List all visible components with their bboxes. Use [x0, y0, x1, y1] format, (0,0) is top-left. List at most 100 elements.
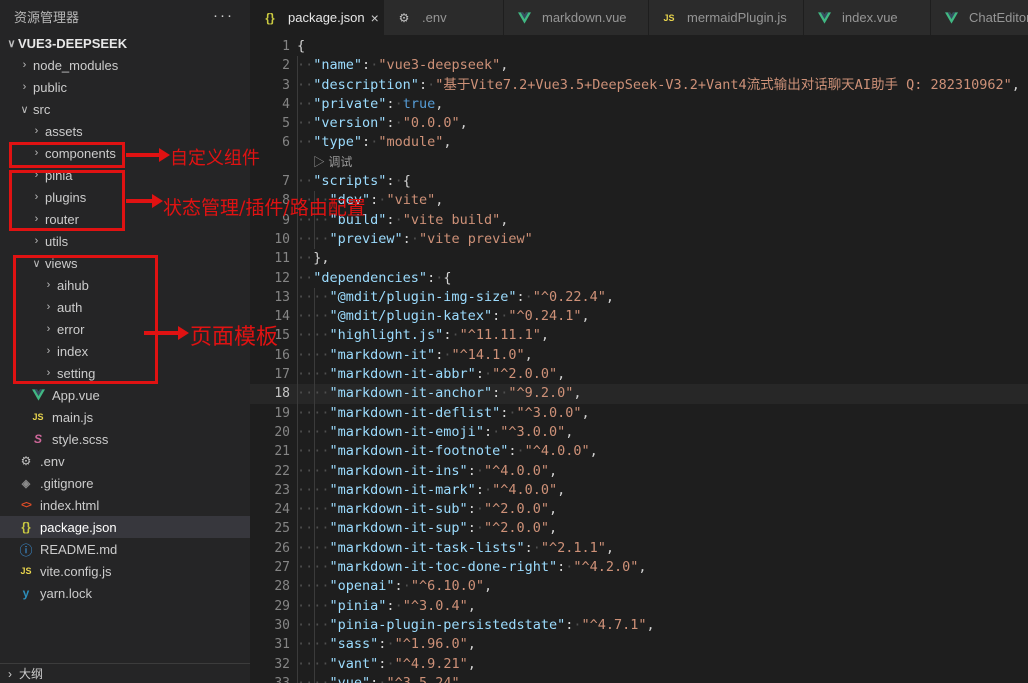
code-line-23[interactable]: 23····"markdown-it-mark":·"^4.0.0", [250, 481, 1028, 500]
code-line-28[interactable]: 28····"openai":·"^6.10.0", [250, 577, 1028, 596]
tree-root-item[interactable]: ∨ VUE3-DEEPSEEK [0, 32, 250, 54]
code-line-4[interactable]: 4··"private":·true, [250, 95, 1028, 114]
code-token: · [573, 617, 581, 633]
tree-item-.gitignore[interactable]: ◈.gitignore [0, 472, 250, 494]
tree-item-index.html[interactable]: <>index.html [0, 494, 250, 516]
vue-icon [943, 12, 959, 24]
code-line-text: ····"pinia":·"^3.0.4", [297, 597, 476, 616]
code-line-14[interactable]: 14····"@mdit/plugin-katex":·"^0.24.1", [250, 307, 1028, 326]
tree-item-vite.config.js[interactable]: JSvite.config.js [0, 560, 250, 582]
code-line-20[interactable]: 20····"markdown-it-emoji":·"^3.0.0", [250, 423, 1028, 442]
tree-item-yarn.lock[interactable]: yyarn.lock [0, 582, 250, 604]
code-line-25[interactable]: 25····"markdown-it-sup":·"^2.0.0", [250, 519, 1028, 538]
codelens-debug-action[interactable]: ▷ 调试 [297, 153, 352, 172]
code-token: "vite" [386, 192, 435, 208]
tree-item-utils[interactable]: ›utils [0, 230, 250, 252]
code-line-19[interactable]: 19····"markdown-it-deflist":·"^3.0.0", [250, 404, 1028, 423]
code-token: : [557, 559, 565, 575]
tree-item-.env[interactable]: ⚙.env [0, 450, 250, 472]
outline-section-header[interactable]: › 大纲 [0, 663, 250, 683]
code-line-24[interactable]: 24····"markdown-it-sub":·"^2.0.0", [250, 500, 1028, 519]
tree-item-label: .env [40, 454, 65, 469]
tab-.env[interactable]: ⚙.env [384, 0, 504, 35]
code-line-16[interactable]: 16····"markdown-it":·"^14.1.0", [250, 346, 1028, 365]
code-line-8[interactable]: 8····"dev":·"vite", [250, 191, 1028, 210]
tree-item-node_modules[interactable]: ›node_modules [0, 54, 250, 76]
tab-mermaidPlugin.js[interactable]: JSmermaidPlugin.js [649, 0, 804, 35]
tab-package.json[interactable]: {}package.json× [250, 0, 384, 35]
tree-item-src[interactable]: ∨src [0, 98, 250, 120]
code-line-6[interactable]: 6··"type":·"module", [250, 133, 1028, 152]
tree-item-public[interactable]: ›public [0, 76, 250, 98]
tree-item-plugins[interactable]: ›plugins [0, 186, 250, 208]
tree-item-App.vue[interactable]: App.vue [0, 384, 250, 406]
code-token: ·· [297, 270, 313, 286]
code-token: · [395, 173, 403, 189]
code-line-2[interactable]: 2··"name":·"vue3-deepseek", [250, 56, 1028, 75]
code-line-30[interactable]: 30····"pinia-plugin-persistedstate":·"^4… [250, 616, 1028, 635]
code-token: : [525, 540, 533, 556]
code-line-7[interactable]: 7··"scripts":·{ [250, 172, 1028, 191]
git-diamond-icon: ◈ [18, 477, 34, 490]
code-line-32[interactable]: 32····"vant":·"^4.9.21", [250, 655, 1028, 674]
line-number: 26 [250, 539, 290, 558]
code-token: : [386, 96, 394, 112]
tree-item-views[interactable]: ∨views [0, 252, 250, 274]
code-line-9[interactable]: 9····"build":·"vite build", [250, 211, 1028, 230]
tree-item-index[interactable]: ›index [0, 340, 250, 362]
code-line-27[interactable]: 27····"markdown-it-toc-done-right":·"^4.… [250, 558, 1028, 577]
tree-item-router[interactable]: ›router [0, 208, 250, 230]
code-token: · [386, 636, 394, 652]
tree-item-pinia[interactable]: ›pinia [0, 164, 250, 186]
code-line-10[interactable]: 10····"preview":·"vite preview" [250, 230, 1028, 249]
code-line-13[interactable]: 13····"@mdit/plugin-img-size":·"^0.22.4"… [250, 288, 1028, 307]
explorer-header: 资源管理器 ··· [0, 0, 250, 32]
code-line-text: ····"markdown-it":·"^14.1.0", [297, 346, 533, 365]
code-line-12[interactable]: 12··"dependencies":·{ [250, 269, 1028, 288]
code-line-22[interactable]: 22····"markdown-it-ins":·"^4.0.0", [250, 462, 1028, 481]
tree-item-label: src [33, 102, 50, 117]
tree-item-aihub[interactable]: ›aihub [0, 274, 250, 296]
tree-item-assets[interactable]: ›assets [0, 120, 250, 142]
more-actions-icon[interactable]: ··· [213, 11, 234, 21]
tree-item-auth[interactable]: ›auth [0, 296, 250, 318]
code-editor[interactable]: 1{2··"name":·"vue3-deepseek",3··"descrip… [250, 35, 1028, 683]
code-line-33[interactable]: 33····"vue":·"^3.5.24", [250, 674, 1028, 683]
code-token: · [476, 501, 484, 517]
code-token: · [395, 96, 403, 112]
tree-item-style.scss[interactable]: Sstyle.scss [0, 428, 250, 450]
code-line-29[interactable]: 29····"pinia":·"^3.0.4", [250, 597, 1028, 616]
code-line-11[interactable]: 11··}, [250, 249, 1028, 268]
tree-item-package.json[interactable]: {}package.json [0, 516, 250, 538]
code-line-15[interactable]: 15····"highlight.js":·"^11.11.1", [250, 326, 1028, 345]
code-token: "private" [313, 96, 386, 112]
code-line-5[interactable]: 5··"version":·"0.0.0", [250, 114, 1028, 133]
code-line-26[interactable]: 26····"markdown-it-task-lists":·"^2.1.1"… [250, 539, 1028, 558]
code-line-3[interactable]: 3··"description":·"基于Vite7.2+Vue3.5+Deep… [250, 76, 1028, 95]
code-line-31[interactable]: 31····"sass":·"^1.96.0", [250, 635, 1028, 654]
tab-markdown.vue[interactable]: markdown.vue [504, 0, 649, 35]
line-number: 14 [250, 307, 290, 326]
chevron-right-icon: › [42, 367, 55, 379]
code-line-17[interactable]: 17····"markdown-it-abbr":·"^2.0.0", [250, 365, 1028, 384]
tab-ChatEditor.vue[interactable]: ChatEditor.vue [931, 0, 1028, 35]
tree-item-README.md[interactable]: ⓘREADME.md [0, 538, 250, 560]
code-token: · [395, 598, 403, 614]
line-number: 12 [250, 269, 290, 288]
tree-item-main.js[interactable]: JSmain.js [0, 406, 250, 428]
tab-bar: {}package.json×⚙.envmarkdown.vueJSmermai… [250, 0, 1028, 35]
code-token: , [435, 192, 443, 208]
code-token: "^2.0.0" [484, 520, 549, 536]
code-token: · [484, 482, 492, 498]
code-line-21[interactable]: 21····"markdown-it-footnote":·"^4.0.0", [250, 442, 1028, 461]
tree-item-setting[interactable]: ›setting [0, 362, 250, 384]
code-line-1[interactable]: 1{ [250, 37, 1028, 56]
close-icon[interactable]: × [371, 10, 379, 26]
tab-index.vue[interactable]: index.vue [804, 0, 931, 35]
tab-label: package.json [288, 10, 365, 25]
chevron-right-icon: › [18, 81, 31, 93]
codelens-row[interactable]: ▷ 调试 [250, 153, 1028, 172]
tree-item-error[interactable]: ›error [0, 318, 250, 340]
code-line-18[interactable]: 18····"markdown-it-anchor":·"^9.2.0", [250, 384, 1028, 403]
tree-item-components[interactable]: ›components [0, 142, 250, 164]
